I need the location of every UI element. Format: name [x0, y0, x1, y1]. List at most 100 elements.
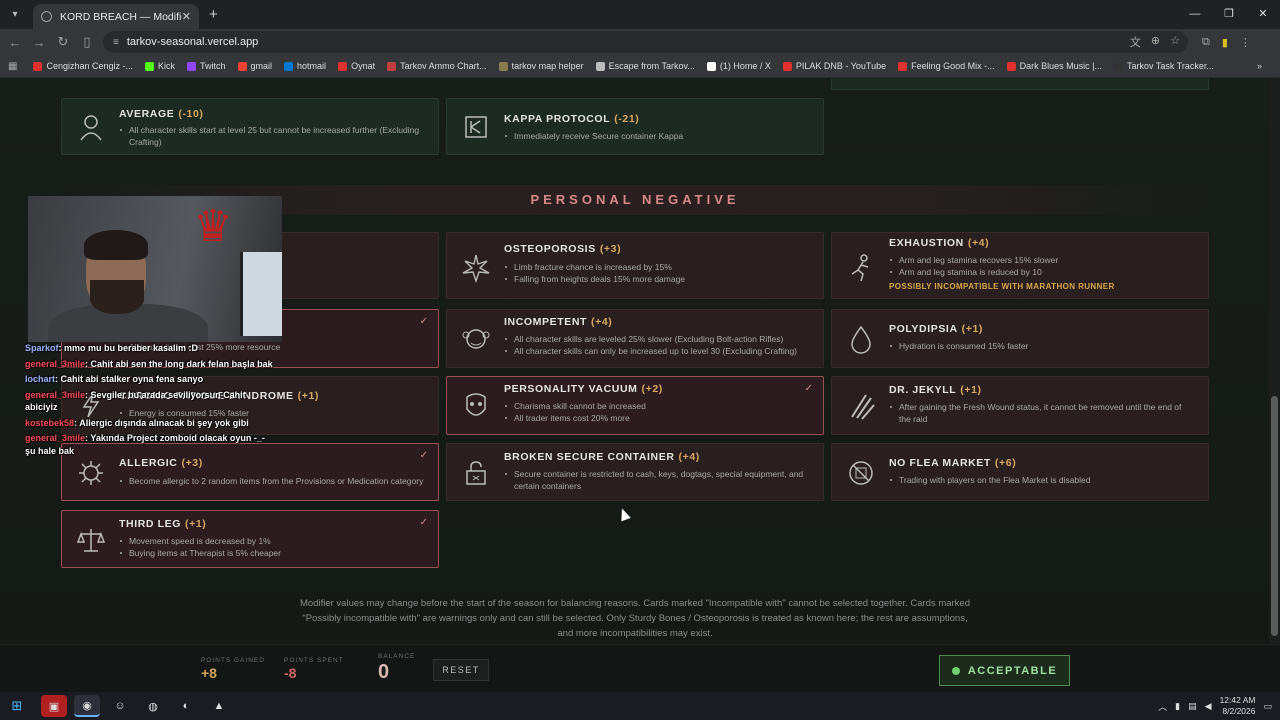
url-text: tarkov-seasonal.vercel.app: [126, 36, 259, 48]
bookmark-favicon-icon: [706, 61, 716, 71]
reset-button[interactable]: RESET: [433, 659, 489, 681]
monitor-image: [240, 252, 282, 336]
bookmark-item[interactable]: Oynat: [338, 61, 375, 71]
bookmark-label: tarkov map helper: [511, 61, 584, 71]
card-effect: Buying items at Therapist is 5% cheaper: [119, 547, 424, 559]
bookmark-favicon-icon: [782, 61, 792, 71]
modifier-card-average[interactable]: AVERAGE (-10) All character skills start …: [61, 98, 439, 155]
notifications-icon[interactable]: ▭: [1263, 701, 1272, 712]
address-bar[interactable]: ≡ tarkov-seasonal.vercel.app 文 ⊕ ☆: [103, 31, 1188, 53]
points-spent: POINTS SPENT -8: [284, 657, 344, 681]
chat-message: general_3mile: Cahit abi sen the long da…: [25, 358, 273, 369]
card-effect: All character skills are leveled 25% slo…: [504, 333, 809, 345]
discord-icon[interactable]: ☺: [107, 695, 133, 717]
bookmark-item[interactable]: Twitch: [187, 61, 226, 71]
modifier-card-no-flea-market[interactable]: NO FLEA MARKET (+6) Trading with players …: [831, 443, 1209, 501]
more-bookmarks-icon[interactable]: »: [1257, 61, 1262, 71]
kappa-container-icon: [461, 112, 491, 142]
modifier-card-incompetent[interactable]: INCOMPETENT (+4) All character skills are…: [446, 309, 824, 368]
profile-icon[interactable]: ▮: [1222, 36, 1228, 49]
card-effect: Charisma skill cannot be increased: [504, 400, 809, 412]
bookmark-item[interactable]: Tarkov Ammo Chart...: [387, 61, 487, 71]
bookmark-item[interactable]: PILAK DNB - YouTube: [782, 61, 886, 71]
webcam-overlay: ♛: [28, 196, 282, 342]
bookmarks-bar: ▦ Cengizhan Cengiz -... Kick Twitch gmail ho…: [0, 55, 1280, 78]
modifier-card-osteoporosis[interactable]: OSTEOPOROSIS (+3) Limb fracture chance is…: [446, 232, 824, 299]
tray-expand-icon[interactable]: ︿: [1158, 700, 1167, 713]
tab-favicon-icon: [41, 11, 52, 22]
modifier-card-third-leg[interactable]: ✓ THIRD LEG (+1) Movement speed is decrea…: [61, 510, 439, 568]
clock[interactable]: 12:42 AM 8/2/2026: [1220, 695, 1256, 717]
modifier-card-personality-vacuum[interactable]: ✓ PERSONALITY VACUUM (+2) Charisma skill …: [446, 376, 824, 435]
selected-check-icon: ✓: [419, 517, 428, 528]
modifier-card-broken-secure-container[interactable]: BROKEN SECURE CONTAINER (+4) Secure conta…: [446, 443, 824, 501]
forward-icon[interactable]: →: [27, 35, 51, 50]
taskbar-app-icon[interactable]: ◐: [173, 695, 199, 717]
microphone-icon[interactable]: ▮: [1175, 701, 1180, 712]
bookmark-item[interactable]: Tarkov Task Tracker...: [1114, 61, 1214, 71]
close-window-icon[interactable]: ✕: [1246, 0, 1280, 29]
status-label: ACCEPTABLE: [967, 664, 1058, 677]
points-spent-value: -8: [284, 665, 297, 681]
modifier-card-partial: [831, 78, 1209, 90]
card-title: PERSONALITY VACUUM: [504, 383, 638, 395]
bookmark-item[interactable]: Feeling Good Mix -...: [898, 61, 995, 71]
minimize-icon[interactable]: —: [1178, 0, 1212, 29]
bookmark-item[interactable]: gmail: [237, 61, 272, 71]
chat-message: Sparkof: mmo mu bu beraber kasalim :D: [25, 343, 199, 353]
new-tab-icon[interactable]: +: [209, 6, 218, 23]
points-gained-value: +8: [201, 665, 217, 681]
tab-search-icon[interactable]: ▾: [5, 5, 25, 25]
translate-icon[interactable]: 文: [1130, 34, 1141, 50]
modifier-card-kappa-protocol[interactable]: KAPPA PROTOCOL (-21) Immediately receive …: [446, 98, 824, 155]
bookmark-item[interactable]: tarkov map helper: [498, 61, 584, 71]
tab-title: KORD BREACH — Modifier Buil...: [60, 10, 182, 23]
bookmark-item[interactable]: hotmail: [284, 61, 326, 71]
bookmark-star-icon[interactable]: ☆: [1170, 34, 1180, 50]
tarkov-launcher-icon[interactable]: ▲: [206, 695, 232, 717]
bookmark-favicon-icon: [898, 61, 908, 71]
zoom-icon[interactable]: ⊕: [1151, 34, 1160, 50]
card-points: (+2): [641, 383, 663, 395]
apps-icon[interactable]: ▦: [8, 61, 17, 72]
chat-overlay: Sparkof: mmo mu bu beraber kasalim :D ge…: [25, 342, 275, 460]
steam-icon[interactable]: ◍: [140, 695, 166, 717]
chrome-icon[interactable]: ◉: [74, 695, 100, 717]
bookmark-item[interactable]: Escape from Tarkov...: [595, 61, 695, 71]
modifier-card-exhaustion[interactable]: EXHAUSTION (+4) Arm and leg stamina recov…: [831, 232, 1209, 299]
scrollbar-thumb[interactable]: [1271, 396, 1278, 636]
volume-icon[interactable]: ◀: [1205, 701, 1212, 712]
bookmark-item[interactable]: (1) Home / X: [706, 61, 771, 71]
side-panel-icon[interactable]: ▯: [75, 34, 99, 50]
restore-icon[interactable]: ❐: [1212, 0, 1246, 29]
page-scrollbar[interactable]: [1269, 78, 1280, 644]
card-title: BROKEN SECURE CONTAINER: [504, 451, 675, 463]
browser-tab[interactable]: KORD BREACH — Modifier Buil... ✕: [33, 4, 199, 29]
bookmark-favicon-icon: [33, 61, 43, 71]
menu-icon[interactable]: ⋮: [1240, 36, 1251, 49]
card-effect: Falling from heights deals 15% more dama…: [504, 273, 809, 285]
site-info-icon[interactable]: ≡: [113, 37, 119, 48]
reload-icon[interactable]: ↻: [51, 34, 75, 50]
card-points: (+4): [678, 451, 700, 463]
back-icon[interactable]: ←: [3, 35, 27, 50]
card-effect: Become allergic to 2 random items from t…: [119, 475, 424, 487]
extensions-icon[interactable]: ⧉: [1202, 36, 1210, 49]
bookmark-item[interactable]: Cengizhan Cengiz -...: [33, 61, 133, 71]
card-title: KAPPA PROTOCOL: [504, 113, 611, 125]
bookmark-item[interactable]: Dark Blues Music |...: [1006, 61, 1102, 71]
card-effect: All character skills start at level 25 b…: [119, 124, 424, 148]
modifier-card-polydipsia[interactable]: POLYDIPSIA (+1) Hydration is consumed 15%…: [831, 309, 1209, 368]
close-tab-icon[interactable]: ✕: [182, 10, 191, 23]
modifier-card-dr-jekyll[interactable]: DR. JEKYLL (+1) After gaining the Fresh W…: [831, 376, 1209, 435]
crown-logo-icon: ♛: [193, 202, 233, 251]
taskbar-app-icon[interactable]: ▣: [41, 695, 67, 717]
bookmark-item[interactable]: Kick: [145, 61, 175, 71]
broken-bone-icon: [461, 253, 491, 283]
windows-taskbar: ⊞ ▣ ◉ ☺ ◍ ◐ ▲ ︿ ▮ ▤ ◀ 12:42 AM 8/2/2026 ▭: [0, 692, 1280, 720]
network-icon[interactable]: ▤: [1188, 701, 1197, 712]
window-controls: — ❐ ✕: [1178, 0, 1280, 29]
card-effect: All trader items cost 20% more: [504, 412, 809, 424]
selected-check-icon: ✓: [804, 383, 813, 394]
windows-start-icon[interactable]: ⊞: [0, 698, 34, 714]
